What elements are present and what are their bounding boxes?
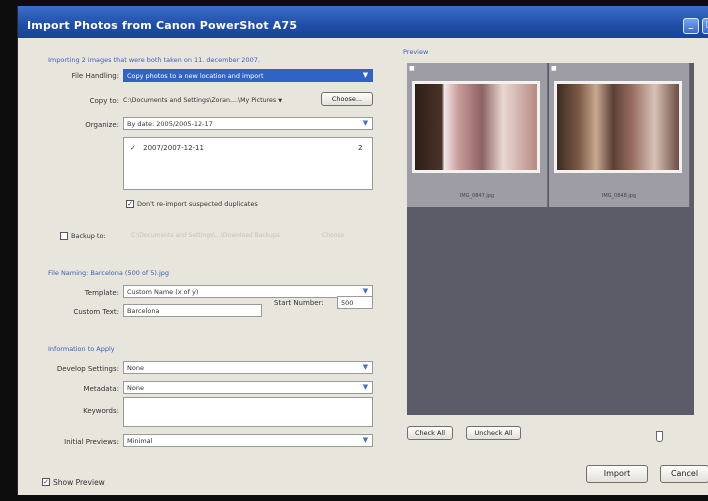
metadata-value: None <box>127 384 144 392</box>
develop-settings-value: None <box>127 364 144 372</box>
folder-list-item[interactable]: ✓ 2007/2007-12-11 <box>130 144 204 152</box>
import-button[interactable]: Import <box>586 465 648 483</box>
backup-choose-button[interactable]: Choose <box>322 232 344 239</box>
show-preview-checkbox[interactable]: ✓ <box>42 478 50 486</box>
thumbnail-filename: IMG_0848.jpg <box>601 193 637 199</box>
custom-text-input[interactable]: Barcelona <box>123 304 262 317</box>
preview-label: Preview <box>403 48 429 56</box>
show-preview-label: Show Preview <box>53 478 105 487</box>
check-badge-icon[interactable]: ■ <box>551 65 557 72</box>
thumbnail-size-slider[interactable] <box>656 431 663 442</box>
photo-thumbnail <box>554 81 682 173</box>
develop-settings-select[interactable]: None ▼ <box>123 361 373 374</box>
folder-list: ✓ 2007/2007-12-11 2 <box>123 137 373 190</box>
template-label: Template: <box>84 289 119 297</box>
backup-path: C:\Documents and Settings\...\Download B… <box>131 232 280 239</box>
import-info-text: Importing 2 images that were both taken … <box>48 56 260 64</box>
window-title: Import Photos from Canon PowerShot A75 <box>27 19 298 32</box>
dont-reimport-checkbox[interactable]: ✓ <box>126 200 134 208</box>
metadata-select[interactable]: None ▼ <box>123 381 373 394</box>
initial-previews-value: Minimal <box>127 437 153 445</box>
title-bar: Import Photos from Canon PowerShot A75 _… <box>18 6 708 38</box>
thumbnail-cell[interactable]: ■ IMG_0847.jpg <box>407 63 548 207</box>
check-all-button[interactable]: Check All <box>407 426 453 440</box>
copy-to-label: Copy to: <box>89 97 119 105</box>
copy-to-path[interactable]: C:\Documents and Settings\Zoran....\My P… <box>123 97 311 104</box>
file-handling-label: File Handling: <box>71 72 120 80</box>
start-number-label: Start Number: <box>274 299 324 307</box>
apply-section: Information to Apply <box>48 345 115 353</box>
template-select[interactable]: Custom Name (x of y) ▼ <box>123 285 373 298</box>
organize-value: By date: 2005/2005-12-17 <box>127 120 213 128</box>
cancel-button[interactable]: Cancel <box>660 465 708 483</box>
chevron-down-icon: ▼ <box>278 98 283 104</box>
chevron-down-icon: ▼ <box>362 383 369 391</box>
chevron-down-icon: ▼ <box>362 119 369 127</box>
custom-text-label: Custom Text: <box>73 308 119 316</box>
initial-previews-select[interactable]: Minimal ▼ <box>123 434 373 447</box>
chevron-down-icon: ▼ <box>362 363 369 371</box>
file-naming-section: File Naming: Barcelona (500 of 5).jpg <box>48 269 170 277</box>
dont-reimport-label: Don't re-import suspected duplicates <box>137 200 258 208</box>
metadata-label: Metadata: <box>83 385 119 393</box>
folder-count: 2 <box>358 144 363 152</box>
chevron-down-icon: ▼ <box>362 71 369 79</box>
uncheck-all-button[interactable]: Uncheck All <box>466 426 521 440</box>
check-badge-icon[interactable]: ■ <box>409 65 415 72</box>
import-dialog: Import Photos from Canon PowerShot A75 _… <box>17 6 708 495</box>
keywords-label: Keywords: <box>83 407 119 415</box>
chevron-down-icon: ▼ <box>362 436 369 444</box>
checkmark-icon: ✓ <box>130 144 136 152</box>
minimize-button[interactable]: _ <box>683 18 699 34</box>
thumbnail-cell[interactable]: ■ IMG_0848.jpg <box>549 63 690 207</box>
template-value: Custom Name (x of y) <box>127 288 199 296</box>
chevron-down-icon: ▼ <box>362 287 369 295</box>
backup-label: Backup to: <box>71 232 106 240</box>
restore-button[interactable]: □ <box>702 18 708 34</box>
file-handling-select[interactable]: Copy photos to a new location and import… <box>123 69 373 82</box>
photo-thumbnail <box>412 81 540 173</box>
start-number-input[interactable]: 500 <box>337 296 373 309</box>
keywords-input[interactable] <box>123 397 373 427</box>
thumbnail-filename: IMG_0847.jpg <box>459 193 495 199</box>
organize-label: Organize: <box>85 121 119 129</box>
organize-select[interactable]: By date: 2005/2005-12-17 ▼ <box>123 117 373 130</box>
choose-copy-to-button[interactable]: Choose... <box>321 92 373 106</box>
file-handling-value: Copy photos to a new location and import <box>127 72 264 80</box>
develop-settings-label: Develop Settings: <box>56 365 119 373</box>
initial-previews-label: Initial Previews: <box>64 438 119 446</box>
preview-grid: ■ IMG_0847.jpg ■ IMG_0848.jpg <box>407 63 694 415</box>
backup-checkbox[interactable] <box>60 232 68 240</box>
